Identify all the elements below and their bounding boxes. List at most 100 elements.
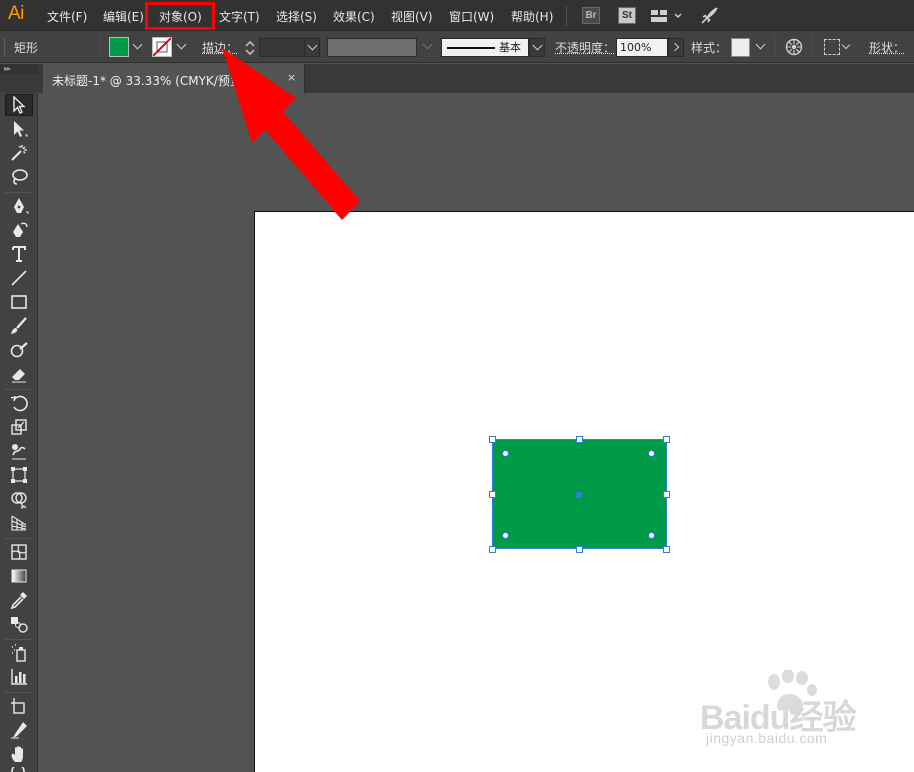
selection-tool-icon[interactable]	[5, 94, 33, 116]
blend-tool-icon[interactable]	[5, 613, 33, 635]
graphic-style-chevron-icon[interactable]	[756, 40, 766, 50]
control-bar-grip[interactable]	[4, 39, 7, 55]
menu-view[interactable]: 视图(V)	[391, 8, 433, 25]
menu-file[interactable]: 文件(F)	[47, 8, 87, 25]
brush-definition-field[interactable]: 基本	[441, 38, 529, 57]
corner-radius-widget[interactable]	[648, 532, 655, 539]
corner-radius-widget[interactable]	[648, 450, 655, 457]
variable-width-chevron-icon[interactable]	[423, 40, 433, 50]
menu-bar: Ai 文件(F) 编辑(E) 对象(O) 文字(T) 选择(S) 效果(C) 视…	[0, 0, 914, 31]
shape-label[interactable]: 形状：	[869, 39, 905, 56]
column-graph-tool-icon[interactable]	[5, 666, 33, 688]
rocket-icon[interactable]	[699, 6, 719, 26]
variable-width-profile[interactable]	[327, 38, 417, 57]
menu-effect[interactable]: 效果(C)	[333, 8, 375, 25]
bounding-box-handle[interactable]	[663, 491, 670, 498]
warp-tool-icon[interactable]	[5, 440, 33, 462]
lasso-tool-icon[interactable]	[5, 166, 33, 188]
shaper-tool-icon[interactable]	[5, 339, 33, 361]
stock-icon[interactable]: St	[618, 7, 636, 24]
align-to-selection-icon[interactable]	[824, 39, 840, 55]
symbol-sprayer-tool-icon[interactable]	[5, 642, 33, 664]
bounding-box-handle[interactable]	[489, 491, 496, 498]
line-segment-tool-icon[interactable]	[5, 267, 33, 289]
stroke-line-preview	[447, 47, 495, 49]
object-type-label: 矩形	[14, 39, 38, 56]
recolor-artwork-icon[interactable]	[785, 38, 803, 56]
document-tab[interactable]: 未标题-1* @ 33.33% (CMYK/预览) ×	[43, 64, 305, 93]
bounding-box-handle[interactable]	[576, 436, 583, 443]
toolbox-divider	[5, 389, 33, 390]
hand-tool-icon[interactable]	[5, 743, 33, 765]
stroke-weight-input[interactable]	[259, 38, 305, 57]
opacity-input[interactable]: 100%	[616, 38, 668, 57]
control-divider	[812, 35, 813, 59]
bounding-box-handle[interactable]	[489, 436, 496, 443]
toolbox-divider	[5, 538, 33, 539]
fill-swatch[interactable]	[109, 37, 129, 57]
control-divider	[100, 35, 101, 59]
bounding-box-handle[interactable]	[489, 546, 496, 553]
rotate-tool-icon[interactable]	[5, 392, 33, 414]
document-tab-title: 未标题-1* @ 33.33% (CMYK/预览)	[52, 72, 247, 89]
bounding-box-handle[interactable]	[576, 546, 583, 553]
mesh-tool-icon[interactable]	[5, 541, 33, 563]
toolbox	[0, 93, 38, 772]
menu-help[interactable]: 帮助(H)	[511, 8, 553, 25]
menu-object-highlight	[145, 2, 215, 30]
watermark-url: jingyan.baidu.com	[706, 730, 827, 746]
stroke-none-icon	[153, 38, 171, 56]
bounding-box-handle[interactable]	[663, 546, 670, 553]
corner-radius-widget[interactable]	[502, 450, 509, 457]
zoom-tool-icon[interactable]	[5, 767, 33, 772]
workspace-switcher-icon[interactable]	[650, 8, 682, 24]
paintbrush-tool-icon[interactable]	[5, 315, 33, 337]
toolbox-divider	[5, 192, 33, 193]
curvature-tool-icon[interactable]	[5, 219, 33, 241]
menu-type[interactable]: 文字(T)	[219, 8, 260, 25]
opacity-flyout-button[interactable]	[668, 38, 684, 57]
stroke-weight-dropdown[interactable]	[304, 38, 320, 57]
menu-edit[interactable]: 编辑(E)	[103, 8, 144, 25]
menubar-divider	[566, 6, 567, 26]
type-tool-icon[interactable]	[5, 243, 33, 265]
brush-definition-label: 基本	[499, 39, 521, 56]
rectangle-tool-icon[interactable]	[5, 291, 33, 313]
bridge-icon[interactable]: Br	[582, 7, 600, 24]
slice-tool-icon[interactable]	[5, 719, 33, 741]
app-logo: Ai	[8, 3, 24, 25]
control-bar: 矩形 描边： 基本 不透明度： 100% 样式： 形状：	[0, 31, 914, 63]
control-divider	[774, 35, 775, 59]
menu-window[interactable]: 窗口(W)	[449, 8, 494, 25]
free-transform-tool-icon[interactable]	[5, 464, 33, 486]
menu-select[interactable]: 选择(S)	[276, 8, 317, 25]
toolbox-divider	[5, 639, 33, 640]
bounding-box-handle[interactable]	[663, 436, 670, 443]
stroke-dropdown-chevron-icon[interactable]	[177, 40, 187, 50]
stroke-weight-stepper-icon[interactable]	[244, 39, 256, 57]
center-point[interactable]	[576, 492, 582, 498]
close-icon[interactable]: ×	[287, 71, 296, 84]
fill-dropdown-chevron-icon[interactable]	[133, 40, 143, 50]
magic-wand-tool-icon[interactable]	[5, 142, 33, 164]
baidu-watermark: Baidu经验 jingyan.baidu.com	[700, 670, 900, 750]
style-label: 样式：	[691, 39, 727, 56]
align-chevron-icon[interactable]	[842, 41, 850, 49]
opacity-label[interactable]: 不透明度：	[555, 39, 615, 56]
scale-tool-icon[interactable]	[5, 416, 33, 438]
pen-tool-icon[interactable]	[5, 195, 33, 217]
artboard-tool-icon[interactable]	[5, 695, 33, 717]
gradient-tool-icon[interactable]	[5, 565, 33, 587]
direct-selection-tool-icon[interactable]	[5, 118, 33, 140]
toolbox-divider	[5, 692, 33, 693]
brush-definition-dropdown[interactable]	[529, 38, 545, 57]
eyedropper-tool-icon[interactable]	[5, 589, 33, 611]
toolbox-collapse-toggle-icon[interactable]: ▸▸	[0, 64, 38, 74]
eraser-tool-icon[interactable]	[5, 363, 33, 385]
graphic-style-swatch[interactable]	[731, 38, 750, 57]
stroke-label[interactable]: 描边：	[202, 39, 238, 56]
shape-builder-tool-icon[interactable]	[5, 488, 33, 510]
corner-radius-widget[interactable]	[502, 532, 509, 539]
perspective-grid-tool-icon[interactable]	[5, 512, 33, 534]
stroke-none-swatch[interactable]	[152, 37, 172, 57]
